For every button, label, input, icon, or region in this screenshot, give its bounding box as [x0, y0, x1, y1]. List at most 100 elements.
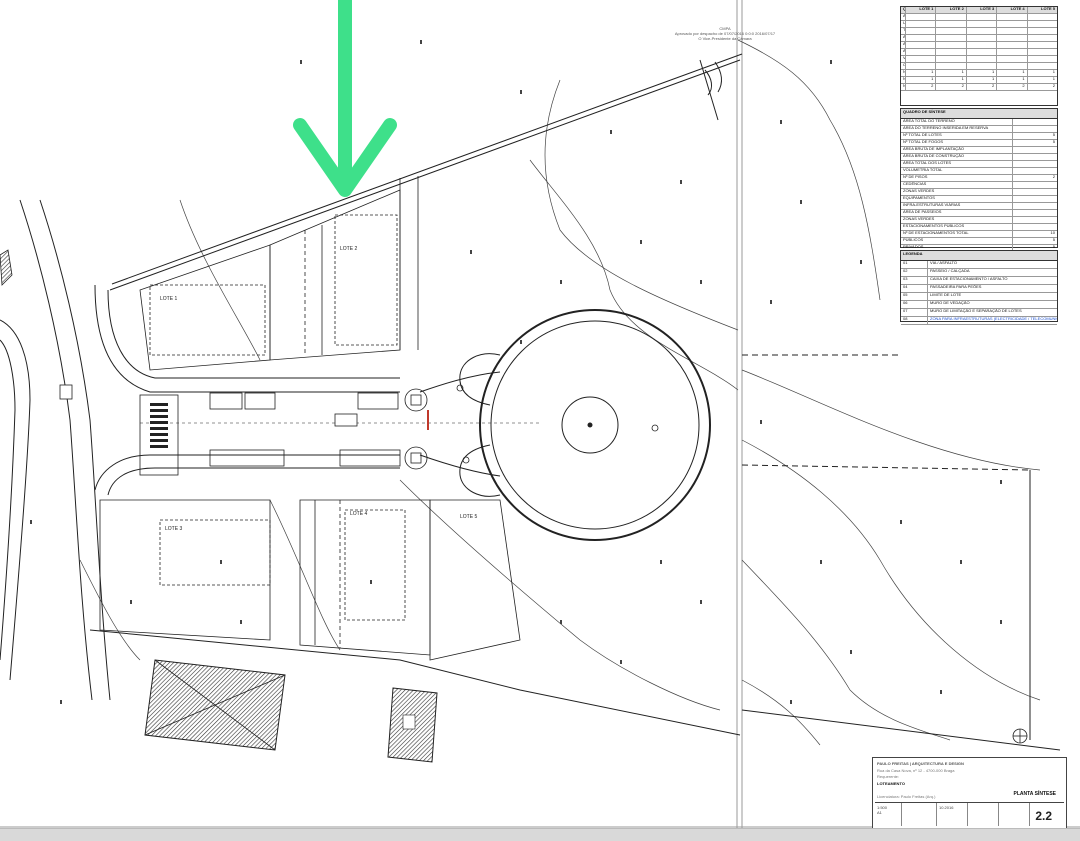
summary-row-label: ÁREA TOTAL DO TERRENO: [901, 119, 1013, 125]
scale-cell: 1:500 A1: [875, 803, 902, 826]
summary-table-row: ZONAS VERDES: [901, 189, 1057, 196]
summary-table-row: ÁREA TOTAL DOS LOTES: [901, 161, 1057, 168]
lot-table-cell: [936, 21, 967, 27]
summary-table-row: ESTACIONAMENTOS PÚBLICOS: [901, 224, 1057, 231]
summary-row-label: ZONAS VERDES: [901, 217, 1013, 223]
lot-table-cell: [997, 21, 1028, 27]
summary-table-row: ZONAS VERDES: [901, 217, 1057, 224]
lot-table-cell: 1: [997, 77, 1028, 83]
summary-table-row: Nº DE PISOS 2: [901, 175, 1057, 182]
lot-table-row: TIPOLOGIA: [901, 28, 1057, 35]
lot-table-row: USO / OCUPAÇÃO: [901, 21, 1057, 28]
summary-row-label: EQUIPAMENTOS: [901, 196, 1013, 202]
lot-table-cell: [1028, 56, 1057, 62]
date-value: 10.2016: [939, 805, 954, 810]
lot-table-cell: [906, 35, 937, 41]
lot-table-cell: [906, 56, 937, 62]
summary-row-value: [1013, 196, 1057, 202]
summary-row-label: Nº TOTAL DE FOGOS: [901, 140, 1013, 146]
project-name: LOTEAMENTO: [877, 781, 905, 786]
legend-code: 02: [901, 269, 928, 276]
blank-cell-2: [968, 803, 999, 826]
summary-table-row: EQUIPAMENTOS: [901, 196, 1057, 203]
lot-table-row: CÉRCEA MÁXIMA: [901, 63, 1057, 70]
lot-table-cell: [967, 49, 998, 55]
summary-row-value: 2: [1052, 175, 1055, 179]
lot-table-cell: [997, 56, 1028, 62]
summary-row-value: 5: [1052, 133, 1055, 137]
lot-label: LOTE 1: [160, 296, 177, 302]
summary-table-row: INFRA-ESTRUTURAS VIÁRIAS: [901, 203, 1057, 210]
blank-cell: [902, 803, 937, 826]
summary-table-row: Nº DE ESTACIONAMENTOS TOTAL 10: [901, 231, 1057, 238]
summary-row-value: [1013, 147, 1057, 153]
drawing-sheet: LOTE 1 LOTE 2 LOTE 3 LOTE 4 LOTE 5 CMPA Apro…: [0, 0, 1080, 841]
lot-table-cell: [1028, 35, 1057, 41]
office-contact: Rua da Casa Nova, nº 12 - 4700-000 Braga: [877, 768, 955, 773]
legend-item: 03 CAIXA DE ESTACIONAMENTO / ASFALTO: [901, 277, 1057, 285]
summary-row-label: ÁREA TOTAL DOS LOTES: [901, 161, 1013, 167]
lot-summary-table: QUADRO DE SÍNTESELOTE 1LOTE 2LOTE 3LOTE …: [900, 6, 1058, 106]
summary-table-row: ÁREA BRUTA DE CONSTRUÇÃO: [901, 154, 1057, 161]
lot-table-cell: [1028, 63, 1057, 69]
summary-table-row: ÁREA BRUTA DE IMPLANTAÇÃO: [901, 147, 1057, 154]
legend-code: 05: [901, 293, 928, 300]
summary-table-row: PÚBLICOS 5: [901, 238, 1057, 245]
lot-label: LOTE 5: [460, 514, 477, 520]
lot-table-row: ÁREA CONSTRUÇÃO: [901, 49, 1057, 56]
lot-table-cell: [997, 63, 1028, 69]
summary-row-label: PÚBLICOS: [901, 238, 1013, 244]
summary-row-value: [1013, 203, 1057, 209]
lot-table-cell: [936, 42, 967, 48]
lot-table-row: ÁREA DO LOTE: [901, 14, 1057, 21]
summary-row-label: Nº DE ESTACIONAMENTOS TOTAL: [901, 231, 1013, 237]
summary-row-value: [1013, 224, 1057, 230]
summary-row-value: [1013, 161, 1057, 167]
lot-table-cell: 2: [936, 84, 967, 90]
format-value: A1: [877, 810, 882, 815]
summary-table-row: ÁREA DO TERRENO INSERIDA EM RESERVA: [901, 126, 1057, 133]
lot-table-cell: [967, 42, 998, 48]
summary-row-value: 10: [1050, 231, 1055, 235]
summary-row-value: [1013, 126, 1057, 132]
lot-table-cell: 1: [936, 70, 967, 76]
legend-text: LIMITE DE LOTE: [930, 293, 962, 297]
legend-text: PASSEIO / CALÇADA: [930, 269, 970, 273]
lot-table-cell: [906, 63, 937, 69]
summary-row-value: [1013, 217, 1057, 223]
summary-row-value: [1013, 154, 1057, 160]
lot-table-cell: [997, 14, 1028, 20]
legend-title: LEGENDA: [901, 251, 1057, 261]
lot-table-header-lot: LOTE 2: [936, 7, 967, 13]
title-block: PAULO FREITAS | ARQUITECTURA E DESIGN Ru…: [872, 757, 1067, 829]
approval-line-3: O Vice-Presidente da Câmara: [698, 35, 752, 41]
lot-table-cell: 2: [1052, 84, 1056, 88]
legend-item: 08 ZONA PARA INFRAESTRUTURAS (ELECTRICIDA…: [901, 317, 1057, 325]
legend-text: ZONA PARA INFRAESTRUTURAS (ELECTRICIDADE…: [930, 317, 1057, 321]
lot-table-cell: [1028, 49, 1057, 55]
lot-table-cell: [997, 49, 1028, 55]
lot-table-cell: 2: [997, 84, 1028, 90]
legend-table: LEGENDA 01 VIA / ASFALTO 02 PASSEIO / CALÇA…: [900, 250, 1058, 325]
summary-table-row: ÁREA DE PASSEIOS: [901, 210, 1057, 217]
approval-stamp: CMPA Aprovado por despacho de 07/07/2016…: [660, 26, 790, 41]
summary-row-label: ESTACIONAMENTOS PÚBLICOS: [901, 224, 1013, 230]
summary-table-row: Nº TOTAL DE FOGOS 5: [901, 140, 1057, 147]
summary-row-label: ÁREA DE PASSEIOS: [901, 210, 1013, 216]
lot-table-cell: [936, 49, 967, 55]
lot-table-header: QUADRO DE SÍNTESELOTE 1LOTE 2LOTE 3LOTE …: [901, 7, 1057, 14]
lot-table-row: ÁREA TOTAL: [901, 35, 1057, 42]
summary-table-row: CEDÊNCIAS: [901, 182, 1057, 189]
summary-row-label: Nº DE PISOS: [901, 175, 1013, 181]
lot-table-cell: [1028, 28, 1057, 34]
lot-table-cell: 2: [967, 84, 998, 90]
summary-row-value: [1013, 168, 1057, 174]
lot-table-row: Nº ESTACIONAMENTOS / PRIVADO22222: [901, 84, 1057, 91]
lot-table-cell: 1: [967, 70, 998, 76]
lot-table-cell: [967, 28, 998, 34]
lot-table-cell: [1028, 42, 1057, 48]
summary-row-value: [1013, 210, 1057, 216]
lot-table-cell: [997, 42, 1028, 48]
lot-table-cell: [967, 21, 998, 27]
legend-text: MURO DE VEDAÇÃO: [930, 301, 970, 305]
